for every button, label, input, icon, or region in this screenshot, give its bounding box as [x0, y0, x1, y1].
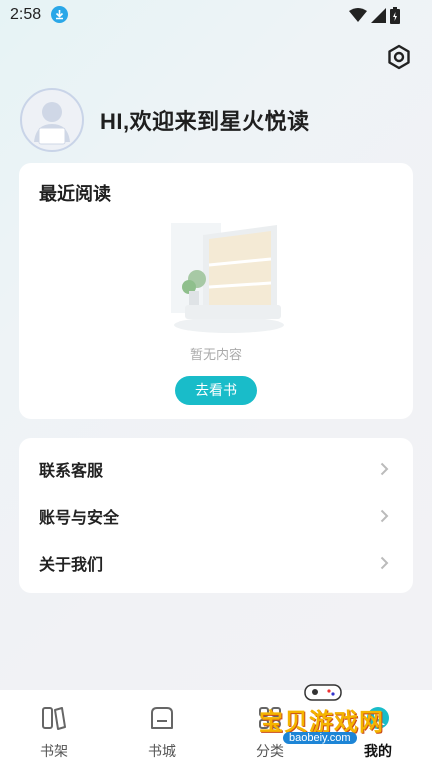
battery-icon: [390, 7, 400, 24]
gamepad-icon: [304, 684, 342, 701]
menu-item-label: 账号与安全: [39, 509, 120, 527]
menu-item-label: 关于我们: [39, 556, 104, 574]
settings-icon: [388, 44, 410, 70]
chevron-right-icon: [380, 556, 389, 569]
go-read-button[interactable]: 去看书: [175, 376, 257, 405]
greeting-text: HI,欢迎来到星火悦读: [100, 109, 310, 134]
bookstore-icon: [151, 707, 173, 729]
tab-label: 书架: [40, 743, 68, 759]
status-time: 2:58: [10, 6, 42, 23]
avatar[interactable]: [20, 88, 84, 152]
wifi-icon: [349, 8, 367, 22]
settings-menu-card: 联系客服 账号与安全 关于我们: [19, 438, 413, 593]
watermark-url: baobeiy.com: [283, 732, 357, 744]
tab-label: 书城: [148, 743, 176, 759]
empty-state-text: 暂无内容: [189, 347, 242, 362]
menu-item-account-security[interactable]: 账号与安全: [19, 492, 413, 539]
menu-item-label: 联系客服: [39, 462, 104, 480]
signal-icon: [371, 8, 386, 23]
settings-button[interactable]: [386, 44, 412, 70]
recent-reading-card: 最近阅读 暂无内容 去看书: [19, 163, 413, 419]
empty-shelf-illustration: [171, 223, 284, 333]
watermark-logo: 宝贝游戏网 baobeiy.com: [255, 682, 405, 752]
system-icons: [349, 7, 400, 24]
status-bar: 2:58: [0, 0, 432, 30]
chevron-right-icon: [380, 462, 389, 475]
bookshelf-icon: [42, 707, 66, 730]
recent-reading-title: 最近阅读: [39, 184, 111, 204]
download-icon: [51, 6, 68, 23]
tab-bookstore[interactable]: 书城: [108, 690, 216, 768]
tab-bookshelf[interactable]: 书架: [0, 690, 108, 768]
menu-item-about-us[interactable]: 关于我们: [19, 539, 413, 586]
user-placeholder-icon: [34, 102, 70, 145]
profile-header[interactable]: HI,欢迎来到星火悦读: [20, 86, 310, 154]
menu-item-contact-support[interactable]: 联系客服: [19, 445, 413, 492]
chevron-right-icon: [380, 509, 389, 522]
